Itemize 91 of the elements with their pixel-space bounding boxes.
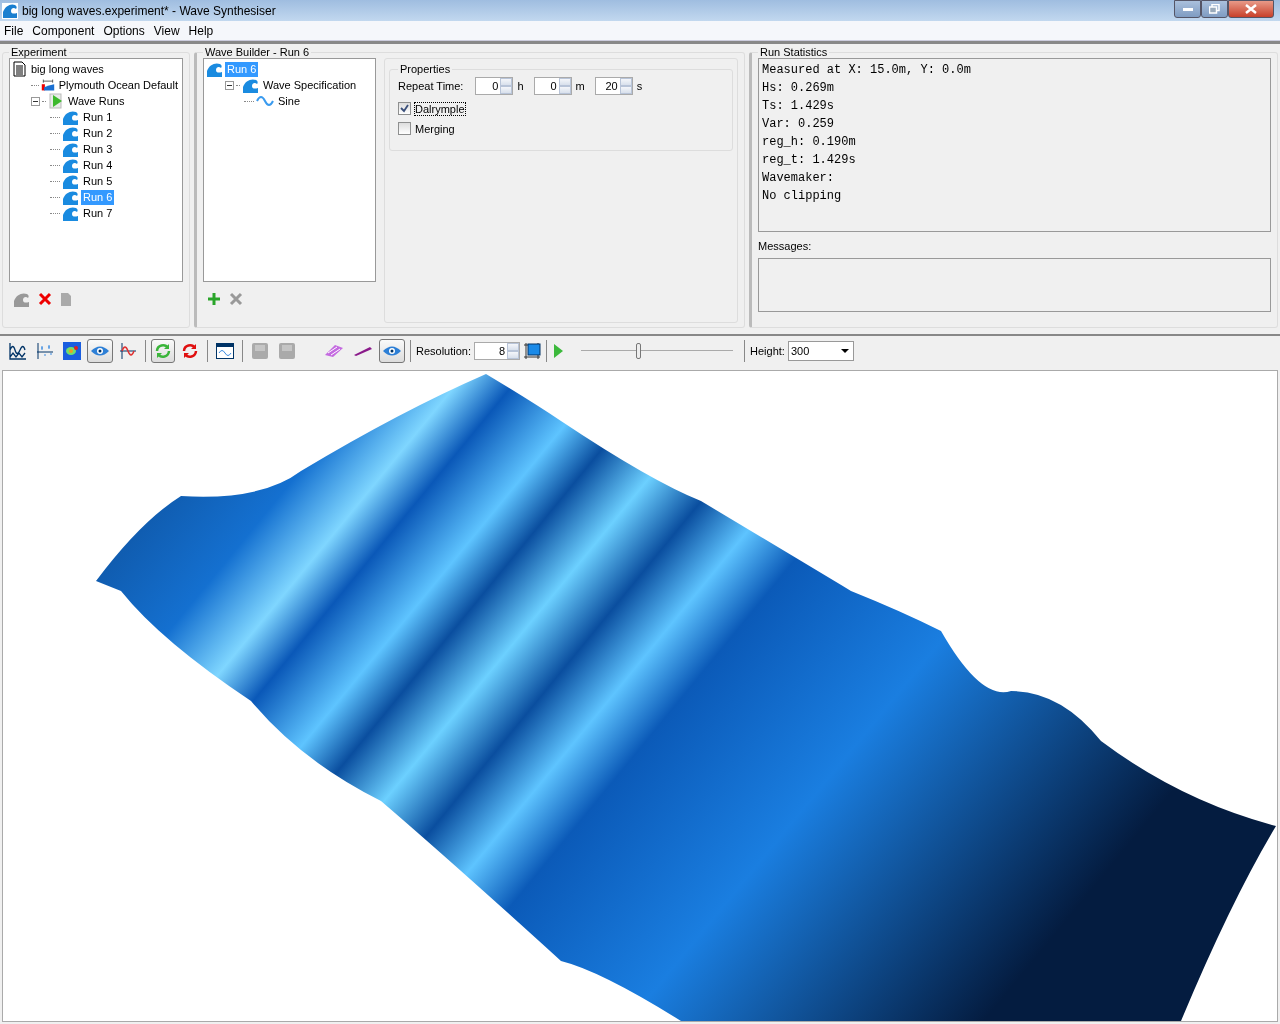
unit-label: m	[575, 80, 585, 92]
collapse-icon[interactable]	[31, 96, 40, 106]
eye-icon	[382, 344, 402, 358]
field-label: Repeat Time:	[398, 80, 464, 92]
document-icon	[12, 61, 27, 77]
wave-icon	[62, 173, 79, 189]
menu-item[interactable]: View	[153, 23, 180, 38]
window-title: big long waves.experiment* - Wave Synthesiser	[22, 3, 277, 18]
wave-icon	[13, 291, 30, 307]
surface-strip-icon	[353, 345, 373, 357]
save-icon	[252, 343, 268, 359]
sine-wave-icon	[256, 95, 274, 107]
checkbox-label[interactable]: Dalrymple	[415, 102, 465, 115]
wave-icon	[206, 61, 223, 77]
plot-icon	[9, 342, 27, 360]
collapse-icon[interactable]	[225, 80, 234, 90]
tree-item[interactable]: Sine	[276, 93, 303, 109]
heatmap-icon	[63, 342, 81, 360]
menu-item[interactable]: Help	[188, 23, 214, 38]
close-button[interactable]	[1228, 0, 1274, 18]
wave-app-icon	[2, 2, 18, 19]
panel-title: Experiment	[10, 46, 68, 58]
statistic-line: reg_t: 1.429s	[762, 153, 857, 169]
checkbox[interactable]	[398, 102, 411, 115]
ocean-profile-icon	[40, 77, 55, 93]
delete-icon	[38, 292, 52, 306]
wave-icon	[62, 141, 79, 157]
height-label: Height:	[750, 345, 785, 357]
action-button[interactable]	[36, 290, 54, 308]
spinner-field[interactable]: 0	[475, 77, 514, 95]
tree-item[interactable]: Plymouth Ocean Default	[56, 77, 180, 93]
resolution-label: Resolution:	[416, 345, 472, 357]
statistic-line: Wavemaker:	[762, 171, 835, 187]
group-title: Properties	[399, 63, 452, 75]
tree-item[interactable]: big long waves	[29, 61, 106, 77]
tree-item[interactable]: Run 3	[81, 141, 115, 157]
minimize-button[interactable]	[1174, 0, 1201, 18]
dropdown-arrow-icon	[840, 349, 849, 353]
statistic-line: Measured at X: 15.0m, Y: 0.0m	[762, 63, 972, 79]
tree-item[interactable]: Wave Specification	[261, 77, 359, 93]
tree-item[interactable]: Run 7	[81, 205, 115, 221]
save-icon	[279, 343, 295, 359]
minimize-icon	[1182, 7, 1193, 11]
statistic-line: reg_h: 0.190m	[762, 135, 857, 151]
page-icon	[60, 291, 72, 307]
statistic-line: Ts: 1.429s	[762, 99, 835, 115]
tree-item[interactable]: Wave Runs	[66, 93, 127, 109]
tree-item[interactable]: Run 4	[81, 157, 115, 173]
tree-item[interactable]: Run 1	[81, 109, 115, 125]
wave-icon	[62, 189, 79, 205]
play-list-icon	[48, 93, 64, 109]
refresh-icon	[154, 342, 172, 360]
statistic-line: Hs: 0.269m	[762, 81, 835, 97]
spinner-field[interactable]: 0	[533, 77, 572, 95]
refresh-icon	[181, 342, 199, 360]
spinner-field[interactable]: 20	[594, 77, 633, 95]
statistic-line: Var: 0.259	[762, 117, 835, 133]
action-button[interactable]	[205, 290, 223, 308]
scatter-plot-icon	[36, 342, 54, 360]
menu-item[interactable]: Options	[103, 23, 145, 38]
tree-item[interactable]: Run 5	[81, 173, 115, 189]
menu-item[interactable]: Component	[32, 23, 95, 38]
wave-icon	[62, 109, 79, 125]
restore-icon	[1209, 4, 1220, 14]
height-dropdown[interactable]: 300	[787, 341, 854, 361]
close-icon	[1245, 4, 1257, 14]
checkbox[interactable]	[398, 122, 411, 135]
statistic-line: No clipping	[762, 189, 843, 205]
add-icon	[207, 292, 221, 306]
chart-window-icon	[216, 343, 234, 359]
slider-thumb[interactable]	[635, 343, 641, 359]
delete-icon	[229, 292, 243, 306]
unit-label: h	[517, 80, 524, 92]
grid-icon[interactable]	[523, 342, 542, 360]
tree-item[interactable]: Run 2	[81, 125, 115, 141]
panel-title: Wave Builder - Run 6	[204, 46, 311, 58]
waveform-icon	[119, 342, 137, 360]
wave-icon	[62, 157, 79, 173]
wave-icon	[242, 77, 259, 93]
panel-title: Run Statistics	[759, 46, 829, 58]
checkbox-label[interactable]: Merging	[415, 122, 455, 135]
surface-plot-icon	[324, 344, 344, 358]
maximize-button[interactable]	[1201, 0, 1228, 18]
resolution-spinner[interactable]: 8	[474, 342, 521, 360]
messages-label: Messages:	[758, 240, 813, 252]
play-icon[interactable]	[552, 343, 565, 359]
eye-icon	[90, 344, 110, 358]
wave-icon	[62, 205, 79, 221]
menu-item[interactable]: File	[4, 23, 24, 38]
wave-icon	[62, 125, 79, 141]
unit-label: s	[636, 80, 643, 92]
